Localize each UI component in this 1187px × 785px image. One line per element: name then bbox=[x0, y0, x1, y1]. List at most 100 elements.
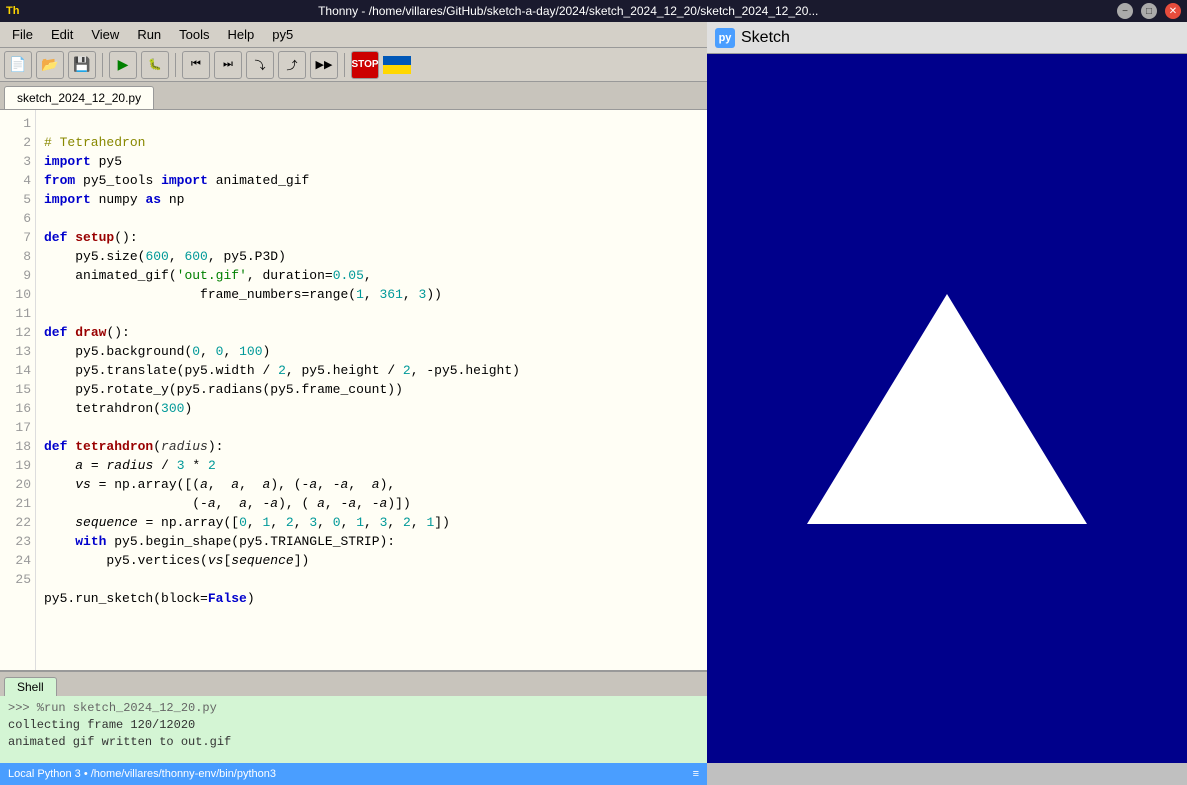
code-line-16 bbox=[44, 420, 52, 435]
ln-14: 14 bbox=[6, 361, 31, 380]
run-button[interactable]: ▶ bbox=[109, 51, 137, 79]
code-line-3: from py5_tools import animated_gif bbox=[44, 173, 309, 188]
close-button[interactable]: ✕ bbox=[1165, 3, 1181, 19]
ukraine-flag bbox=[383, 56, 411, 74]
ln-1: 1 bbox=[6, 114, 31, 133]
editor-tab-main[interactable]: sketch_2024_12_20.py bbox=[4, 86, 154, 109]
toolbar-separator-3 bbox=[344, 53, 345, 77]
ln-15: 15 bbox=[6, 380, 31, 399]
sketch-panel: py Sketch bbox=[707, 22, 1187, 763]
menu-run[interactable]: Run bbox=[129, 25, 169, 44]
step-back-button[interactable]: ⏮ bbox=[182, 51, 210, 79]
ln-20: 20 bbox=[6, 475, 31, 494]
thonny-icon: Th bbox=[6, 5, 19, 17]
sketch-header: py Sketch bbox=[707, 22, 1187, 54]
menu-bar: File Edit View Run Tools Help py5 bbox=[0, 22, 707, 48]
code-line-22: with py5.begin_shape(py5.TRIANGLE_STRIP)… bbox=[44, 534, 395, 549]
code-line-1: # Tetrahedron bbox=[44, 135, 145, 150]
code-line-10 bbox=[44, 306, 52, 321]
ln-3: 3 bbox=[6, 152, 31, 171]
ln-2: 2 bbox=[6, 133, 31, 152]
sketch-canvas bbox=[707, 54, 1187, 763]
code-line-4: import numpy as np bbox=[44, 192, 184, 207]
window-controls: − □ ✕ bbox=[1117, 3, 1181, 19]
code-line-14: py5.rotate_y(py5.radians(py5.frame_count… bbox=[44, 382, 403, 397]
code-line-15: tetrahdron(300) bbox=[44, 401, 192, 416]
ln-9: 9 bbox=[6, 266, 31, 285]
ln-25: 25 bbox=[6, 570, 31, 589]
ln-7: 7 bbox=[6, 228, 31, 247]
toolbar-separator-1 bbox=[102, 53, 103, 77]
ln-12: 12 bbox=[6, 323, 31, 342]
menu-help[interactable]: Help bbox=[220, 25, 263, 44]
ln-8: 8 bbox=[6, 247, 31, 266]
code-line-21: sequence = np.array([0, 1, 2, 3, 0, 1, 3… bbox=[44, 515, 450, 530]
menu-py5[interactable]: py5 bbox=[264, 25, 301, 44]
new-button[interactable]: 📄 bbox=[4, 51, 32, 79]
save-button[interactable]: 💾 bbox=[68, 51, 96, 79]
shell-line-1: >>> %run sketch_2024_12_20.py bbox=[8, 700, 699, 717]
shell-line-2: collecting frame 120/12020 bbox=[8, 717, 699, 734]
code-line-11: def draw(): bbox=[44, 325, 130, 340]
ln-18: 18 bbox=[6, 437, 31, 456]
ln-5: 5 bbox=[6, 190, 31, 209]
code-line-18: a = radius / 3 * 2 bbox=[44, 458, 216, 473]
shell-tab-bar: Shell bbox=[0, 672, 707, 696]
toolbar-separator-2 bbox=[175, 53, 176, 77]
code-line-7: py5.size(600, 600, py5.P3D) bbox=[44, 249, 286, 264]
ln-21: 21 bbox=[6, 494, 31, 513]
tetrahedron-shape bbox=[807, 294, 1087, 524]
code-line-25: py5.run_sketch(block=False) bbox=[44, 591, 255, 606]
ln-16: 16 bbox=[6, 399, 31, 418]
ln-11: 11 bbox=[6, 304, 31, 323]
menu-edit[interactable]: Edit bbox=[43, 25, 81, 44]
open-button[interactable]: 📂 bbox=[36, 51, 64, 79]
tetrahedron-svg bbox=[787, 279, 1107, 539]
menu-view[interactable]: View bbox=[83, 25, 127, 44]
ln-4: 4 bbox=[6, 171, 31, 190]
code-line-12: py5.background(0, 0, 100) bbox=[44, 344, 270, 359]
code-line-9: frame_numbers=range(1, 361, 3)) bbox=[44, 287, 442, 302]
ln-22: 22 bbox=[6, 513, 31, 532]
code-line-17: def tetrahdron(radius): bbox=[44, 439, 223, 454]
step-out-button[interactable]: ⤴ bbox=[278, 51, 306, 79]
code-line-19: vs = np.array([(a, a, a), (-a, -a, a), bbox=[44, 477, 395, 492]
code-line-8: animated_gif('out.gif', duration=0.05, bbox=[44, 268, 372, 283]
toolbar: 📄 📂 💾 ▶ 🐛 ⏮ ⏭ ⤵ ⤴ ▶▶ STOP bbox=[0, 48, 707, 82]
shell-line-3: animated gif written to out.gif bbox=[8, 734, 699, 751]
shell-tab[interactable]: Shell bbox=[4, 677, 57, 696]
tab-bar: sketch_2024_12_20.py bbox=[0, 82, 707, 110]
stop-button[interactable]: STOP bbox=[351, 51, 379, 79]
code-line-6: def setup(): bbox=[44, 230, 138, 245]
code-line-20: (-a, a, -a), ( a, -a, -a)]) bbox=[44, 496, 411, 511]
resume-button[interactable]: ▶▶ bbox=[310, 51, 338, 79]
step-into-button[interactable]: ⤵ bbox=[246, 51, 274, 79]
status-bar: Local Python 3 • /home/villares/thonny-e… bbox=[0, 763, 707, 785]
menu-tools[interactable]: Tools bbox=[171, 25, 217, 44]
debug-button[interactable]: 🐛 bbox=[141, 51, 169, 79]
code-line-5 bbox=[44, 211, 52, 226]
flag-blue bbox=[383, 56, 411, 65]
code-line-23: py5.vertices(vs[sequence]) bbox=[44, 553, 309, 568]
step-over-button[interactable]: ⏭ bbox=[214, 51, 242, 79]
ln-17: 17 bbox=[6, 418, 31, 437]
flag-yellow bbox=[383, 65, 411, 74]
ln-23: 23 bbox=[6, 532, 31, 551]
ln-13: 13 bbox=[6, 342, 31, 361]
status-text: Local Python 3 • /home/villares/thonny-e… bbox=[8, 768, 276, 780]
ln-6: 6 bbox=[6, 209, 31, 228]
sketch-panel-icon: py bbox=[715, 28, 735, 48]
status-icon: ≡ bbox=[693, 768, 699, 780]
ln-24: 24 bbox=[6, 551, 31, 570]
code-line-13: py5.translate(py5.width / 2, py5.height … bbox=[44, 363, 520, 378]
title-text: Thonny - /home/villares/GitHub/sketch-a-… bbox=[25, 4, 1111, 18]
ln-10: 10 bbox=[6, 285, 31, 304]
left-panel: File Edit View Run Tools Help py5 📄 📂 💾 … bbox=[0, 22, 707, 785]
code-line-2: import py5 bbox=[44, 154, 122, 169]
maximize-button[interactable]: □ bbox=[1141, 3, 1157, 19]
code-line-24 bbox=[44, 572, 52, 587]
menu-file[interactable]: File bbox=[4, 25, 41, 44]
sketch-title: Sketch bbox=[741, 29, 790, 47]
ln-19: 19 bbox=[6, 456, 31, 475]
minimize-button[interactable]: − bbox=[1117, 3, 1133, 19]
